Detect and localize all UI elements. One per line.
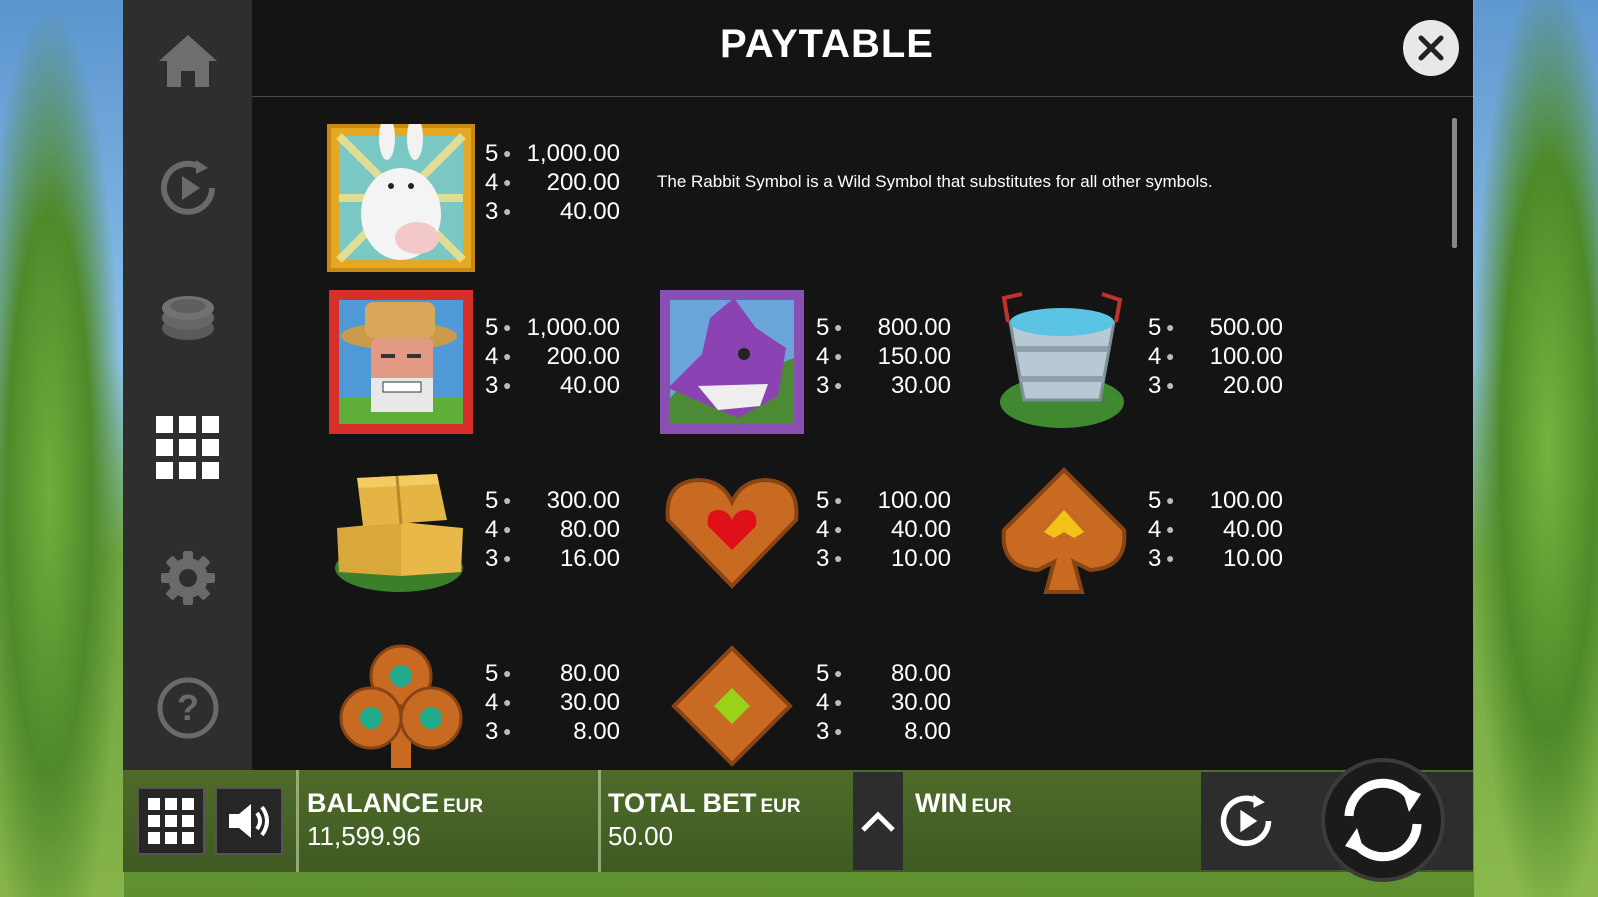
help-icon[interactable]: ? bbox=[150, 670, 226, 746]
home-icon[interactable] bbox=[150, 23, 226, 99]
farmer-symbol bbox=[327, 288, 475, 436]
title-divider bbox=[252, 96, 1473, 97]
rabbit-payouts: 5 ● 1,000.00 4 ● 200.00 3 ● 40.00 bbox=[485, 140, 620, 225]
club-symbol bbox=[327, 632, 475, 780]
background-scenery-right bbox=[1474, 0, 1598, 897]
hay-payouts: 5 ● 300.00 4 ● 80.00 3 ● 16.00 bbox=[485, 487, 620, 572]
bet-up-button[interactable] bbox=[853, 772, 903, 870]
close-button[interactable] bbox=[1403, 20, 1459, 76]
paytable-grid-icon[interactable] bbox=[150, 410, 226, 486]
hay-bale-symbol bbox=[327, 460, 475, 608]
water-bucket-symbol bbox=[990, 288, 1138, 436]
menu-button[interactable] bbox=[137, 787, 205, 855]
rabbit-wild-symbol bbox=[327, 116, 475, 272]
coins-icon[interactable] bbox=[150, 280, 226, 356]
club-payouts: 5 ● 80.00 4 ● 30.00 3 ● 8.00 bbox=[485, 660, 620, 745]
heart-symbol bbox=[658, 460, 806, 608]
spin-button[interactable] bbox=[1321, 758, 1445, 882]
sidebar bbox=[123, 0, 252, 770]
svg-text:?: ? bbox=[177, 687, 199, 728]
bar-separator bbox=[598, 770, 601, 872]
wild-description: The Rabbit Symbol is a Wild Symbol that … bbox=[657, 172, 1213, 191]
win-display: WIN EUR bbox=[915, 788, 1012, 818]
spade-payouts: 5 ● 100.00 4 ● 40.00 3 ● 10.00 bbox=[1148, 487, 1283, 572]
total-bet-display: TOTAL BET EUR 50.00 bbox=[608, 788, 801, 851]
settings-gear-icon[interactable] bbox=[150, 540, 226, 616]
scrollbar[interactable] bbox=[1452, 118, 1457, 248]
background-scenery-left bbox=[0, 0, 124, 897]
bar-separator bbox=[296, 770, 299, 872]
heart-payouts: 5 ● 100.00 4 ● 40.00 3 ● 10.00 bbox=[816, 487, 951, 572]
close-icon bbox=[1418, 35, 1444, 61]
farmer-payouts: 5 ● 1,000.00 4 ● 200.00 3 ● 40.00 bbox=[485, 314, 620, 399]
speaker-icon bbox=[229, 804, 269, 838]
fox-symbol bbox=[658, 288, 806, 436]
chevron-up-icon bbox=[861, 811, 895, 832]
grid-menu-icon bbox=[148, 798, 194, 844]
spade-symbol bbox=[990, 460, 1138, 608]
autoplay-icon[interactable] bbox=[150, 150, 226, 226]
diamond-symbol bbox=[658, 632, 806, 780]
balance-display: BALANCE EUR 11,599.96 bbox=[307, 788, 484, 851]
sound-button[interactable] bbox=[215, 787, 283, 855]
autoplay-button[interactable] bbox=[1201, 772, 1291, 870]
fox-payouts: 5 ● 800.00 4 ● 150.00 3 ● 30.00 bbox=[816, 314, 951, 399]
diamond-payouts: 5 ● 80.00 4 ● 30.00 3 ● 8.00 bbox=[816, 660, 951, 745]
page-title: PAYTABLE bbox=[720, 22, 934, 66]
autoplay-icon bbox=[1220, 794, 1272, 847]
bucket-payouts: 5 ● 500.00 4 ● 100.00 3 ● 20.00 bbox=[1148, 314, 1283, 399]
spin-arrows-icon bbox=[1344, 778, 1422, 862]
